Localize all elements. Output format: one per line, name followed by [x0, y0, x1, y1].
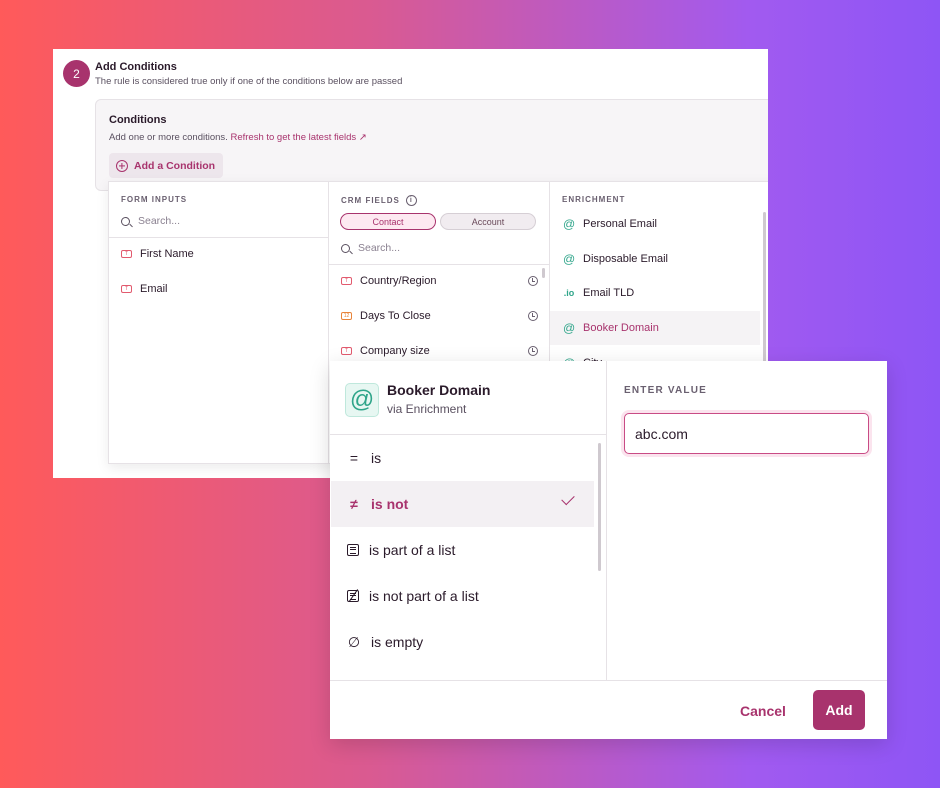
- refresh-fields-link[interactable]: Refresh to get the latest fields ↗: [230, 132, 366, 143]
- enrichment-item-booker-domain[interactable]: @ Booker Domain: [550, 311, 760, 345]
- enrichment-label: Personal Email: [583, 218, 657, 230]
- text-field-icon: T: [121, 250, 132, 258]
- operator-panel: @ Booker Domain via Enrichment = is ≠ is…: [330, 361, 607, 681]
- enrichment-item-disposable-email[interactable]: @ Disposable Email: [550, 242, 760, 276]
- operator-is[interactable]: = is: [331, 435, 594, 481]
- selected-field-source: via Enrichment: [387, 402, 467, 416]
- text-field-icon: T: [341, 277, 352, 285]
- conditions-subtitle: Add one or more conditions. Refresh to g…: [109, 132, 367, 143]
- form-inputs-search[interactable]: Search...: [121, 215, 180, 227]
- enrichment-item-email-tld[interactable]: .io Email TLD: [550, 276, 760, 310]
- at-sign-icon: @: [563, 217, 576, 231]
- enrichment-label: Email TLD: [583, 287, 635, 299]
- domain-tld-icon: .io: [563, 288, 575, 298]
- search-icon: [341, 243, 350, 253]
- scrollbar[interactable]: [598, 443, 601, 571]
- step-title: Add Conditions: [95, 61, 177, 73]
- history-icon: [528, 276, 538, 286]
- operator-label: is part of a list: [369, 542, 456, 558]
- form-input-label: First Name: [140, 248, 194, 260]
- form-input-item-email[interactable]: T Email: [121, 283, 168, 295]
- form-inputs-column: FORM INPUTS Search... T First Name T Ema…: [109, 182, 329, 463]
- value-input[interactable]: [624, 413, 869, 454]
- enter-value-label: ENTER VALUE: [624, 385, 708, 396]
- enrichment-header: ENRICHMENT: [562, 195, 626, 204]
- form-input-label: Email: [140, 283, 168, 295]
- empty-set-icon: ∅: [347, 633, 361, 650]
- enrichment-item-personal-email[interactable]: @ Personal Email: [550, 207, 760, 241]
- scrollbar[interactable]: [542, 268, 545, 278]
- info-icon[interactable]: i: [405, 195, 417, 206]
- operator-is-empty[interactable]: ∅ is empty: [331, 619, 594, 665]
- operator-is-part-of-list[interactable]: is part of a list: [331, 527, 594, 573]
- crm-field-item-days-to-close[interactable]: 12 Days To Close: [341, 310, 538, 322]
- value-panel: ENTER VALUE: [607, 361, 887, 681]
- crm-field-label: Country/Region: [360, 275, 437, 287]
- conditions-title: Conditions: [109, 114, 167, 126]
- text-field-icon: T: [121, 285, 132, 293]
- selected-field-title: Booker Domain: [387, 382, 491, 398]
- form-inputs-search-placeholder: Search...: [138, 215, 181, 227]
- at-sign-icon: @: [345, 383, 379, 417]
- step-number-badge: 2: [63, 60, 90, 87]
- scrollbar[interactable]: [763, 212, 766, 362]
- enrichment-label: Disposable Email: [583, 253, 668, 265]
- conditions-section: Conditions Add one or more conditions. R…: [95, 99, 768, 191]
- text-field-icon: T: [341, 347, 352, 355]
- add-button[interactable]: Add: [813, 690, 865, 730]
- operator-label: is: [371, 450, 382, 466]
- list-strike-icon: [347, 589, 359, 603]
- crm-field-item-country[interactable]: T Country/Region: [341, 275, 538, 287]
- plus-circle-icon: [116, 159, 128, 172]
- at-sign-icon: @: [563, 321, 576, 335]
- number-field-icon: 12: [341, 312, 352, 320]
- checkmark-icon: [561, 491, 575, 506]
- at-sign-icon: @: [563, 252, 576, 266]
- divider: [329, 264, 549, 265]
- operator-label: is not: [371, 496, 409, 512]
- not-equals-icon: ≠: [350, 496, 358, 512]
- add-condition-button[interactable]: Add a Condition: [109, 153, 224, 178]
- tab-contact[interactable]: Contact: [340, 213, 436, 230]
- condition-editor-card: @ Booker Domain via Enrichment = is ≠ is…: [330, 361, 887, 739]
- add-condition-label: Add a Condition: [134, 159, 216, 172]
- list-icon: [347, 544, 359, 556]
- tab-account[interactable]: Account: [440, 213, 536, 230]
- history-icon: [528, 346, 538, 356]
- crm-object-tabs: Contact Account: [340, 213, 536, 230]
- operator-label: is not part of a list: [369, 588, 479, 604]
- operator-is-not[interactable]: ≠ is not: [331, 481, 594, 527]
- history-icon: [528, 311, 538, 321]
- cancel-button[interactable]: Cancel: [733, 693, 793, 729]
- crm-field-item-company-size[interactable]: T Company size: [341, 345, 538, 357]
- crm-field-label: Days To Close: [360, 310, 431, 322]
- operator-label: is empty: [371, 634, 424, 650]
- selected-field-header: @ Booker Domain via Enrichment: [330, 361, 607, 435]
- step-subtitle: The rule is considered true only if one …: [95, 76, 403, 87]
- crm-fields-header-label: CRM FIELDS: [341, 196, 400, 205]
- conditions-subtitle-text: Add one or more conditions.: [109, 132, 228, 143]
- crm-field-label: Company size: [360, 345, 430, 357]
- editor-footer: Cancel Add: [330, 680, 887, 739]
- search-icon: [121, 216, 130, 226]
- form-input-item-first-name[interactable]: T First Name: [121, 248, 194, 260]
- form-inputs-header: FORM INPUTS: [121, 195, 188, 204]
- operator-is-not-part-of-list[interactable]: is not part of a list: [331, 573, 594, 619]
- crm-fields-search[interactable]: Search...: [341, 242, 400, 254]
- enrichment-label: Booker Domain: [583, 322, 659, 334]
- divider: [109, 237, 328, 238]
- crm-search-placeholder: Search...: [358, 242, 401, 254]
- crm-fields-header: CRM FIELDS i: [341, 195, 417, 206]
- equals-icon: =: [349, 450, 359, 466]
